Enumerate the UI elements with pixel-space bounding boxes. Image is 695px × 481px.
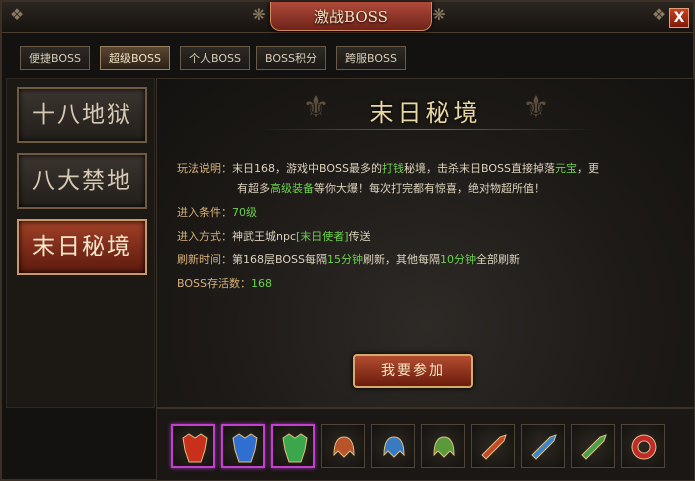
- desc-text: 等你大爆！每次打完都有惊喜，绝对物超所值！: [314, 182, 545, 195]
- reward-bar: [156, 408, 695, 481]
- sidebar: 十八地狱 八大禁地 末日秘境: [6, 78, 155, 408]
- boss-alive-count: BOSS存活数：168: [177, 274, 272, 294]
- desc-line-2: 有超多高级装备等你大爆！每次打完都有惊喜，绝对物超所值！: [237, 179, 545, 199]
- refresh-label: 刷新时间：: [177, 253, 232, 266]
- red-helmet-icon: [333, 436, 355, 458]
- method-label: 进入方式：: [177, 230, 232, 243]
- reward-slot[interactable]: [221, 424, 265, 468]
- blue-helmet-icon: [383, 436, 405, 458]
- tab-boss-points[interactable]: BOSS积分: [256, 46, 326, 70]
- reward-slot[interactable]: [271, 424, 315, 468]
- tab-quick-boss[interactable]: 便捷BOSS: [20, 46, 90, 70]
- tab-cross-server-boss[interactable]: 跨服BOSS: [336, 46, 406, 70]
- green-helmet-icon: [433, 436, 455, 458]
- condition-label: 进入条件：: [177, 206, 232, 219]
- method-text: 传送: [348, 230, 371, 243]
- sidebar-item-eight-forbidden[interactable]: 八大禁地: [17, 153, 147, 209]
- title-plate: 激战BOSS: [270, 2, 432, 31]
- reward-slot[interactable]: [471, 424, 515, 468]
- reward-slot[interactable]: [621, 424, 665, 468]
- refresh-highlight: 15分钟: [326, 253, 363, 266]
- desc-highlight: 高级装备: [270, 182, 314, 195]
- entry-condition: 进入条件：70级: [177, 203, 257, 223]
- window-title: 激战BOSS: [314, 8, 388, 26]
- blue-armor-icon: [232, 433, 258, 463]
- tab-personal-boss[interactable]: 个人BOSS: [180, 46, 250, 70]
- desc-highlight: 元宝: [554, 162, 577, 175]
- red-armor-icon: [182, 433, 208, 463]
- red-bracelet-icon: [631, 434, 657, 460]
- ornament-icon: ❋: [252, 5, 266, 24]
- title-bar: ❖ ❋ ❋ 激战BOSS ❖ X: [2, 2, 693, 33]
- reward-slot[interactable]: [171, 424, 215, 468]
- desc-label: 玩法说明：: [177, 162, 232, 175]
- boss-window: ❖ ❋ ❋ 激战BOSS ❖ X 便捷BOSS 超级BOSS 个人BOSS BO…: [0, 0, 695, 481]
- alive-label: BOSS存活数：: [177, 277, 251, 290]
- corner-ornament-icon: ❖: [651, 5, 667, 24]
- npc-link[interactable]: [末日使者]: [296, 230, 349, 243]
- sidebar-item-eighteen-hells[interactable]: 十八地狱: [17, 87, 147, 143]
- reward-slot[interactable]: [321, 424, 365, 468]
- refresh-text: 全部刷新: [475, 253, 520, 266]
- reward-slot[interactable]: [371, 424, 415, 468]
- page-title: 末日秘境: [369, 99, 482, 127]
- method-text: 神武王城npc: [232, 230, 297, 243]
- desc-text: 末日168，游戏中BOSS最多的: [232, 162, 382, 175]
- title-divider: [257, 129, 594, 130]
- entry-method: 进入方式：神武王城npc[末日使者]传送: [177, 227, 371, 247]
- ornament-icon: ❋: [432, 5, 446, 24]
- refresh-text: 第168层BOSS每隔: [232, 253, 327, 266]
- reward-slot[interactable]: [421, 424, 465, 468]
- reward-slot[interactable]: [521, 424, 565, 468]
- desc-highlight: 打钱: [381, 162, 404, 175]
- green-sword-icon: [581, 434, 607, 460]
- close-button[interactable]: X: [669, 8, 689, 28]
- sidebar-item-doomsday-realm[interactable]: 末日秘境: [17, 219, 147, 275]
- refresh-time: 刷新时间：第168层BOSS每隔15分钟刷新，其他每隔10分钟全部刷新: [177, 250, 520, 270]
- desc-line-1: 玩法说明：末日168，游戏中BOSS最多的打钱秘境，击杀末日BOSS直接掉落元宝…: [177, 159, 599, 179]
- blue-sword-icon: [531, 434, 557, 460]
- main-panel: ⚜ ⚜ 末日秘境 玩法说明：末日168，游戏中BOSS最多的打钱秘境，击杀末日B…: [156, 78, 695, 408]
- red-sword-icon: [481, 434, 507, 460]
- refresh-highlight: 10分钟: [439, 253, 476, 266]
- green-armor-icon: [282, 433, 308, 463]
- corner-ornament-icon: ❖: [9, 5, 25, 24]
- refresh-text: 刷新，其他每隔: [362, 253, 440, 266]
- join-button[interactable]: 我要参加: [353, 354, 473, 388]
- desc-text: 有超多: [237, 182, 270, 195]
- condition-value: 70级: [232, 206, 257, 219]
- desc-text: ，更: [576, 162, 599, 175]
- tab-super-boss[interactable]: 超级BOSS: [100, 46, 170, 70]
- reward-slot[interactable]: [571, 424, 615, 468]
- alive-value: 168: [250, 277, 272, 290]
- desc-text: 秘境，击杀末日BOSS直接掉落: [403, 162, 555, 175]
